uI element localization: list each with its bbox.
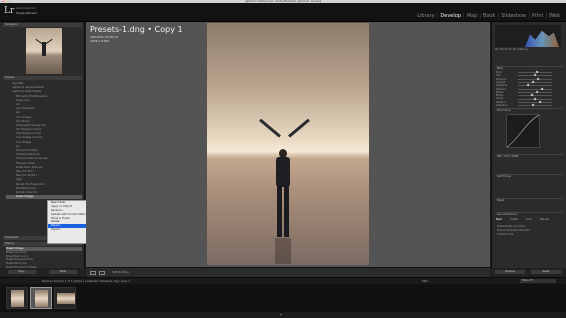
collapse-arrow-icon[interactable]: ▾ (280, 312, 282, 317)
slider-track[interactable] (518, 85, 552, 86)
lens-tab-manual[interactable]: Manual (540, 218, 549, 221)
lens-corrections-header[interactable]: Lens Corrections (495, 212, 563, 216)
hsl-header[interactable]: HSL / Color / B&W (495, 154, 563, 158)
lens-tab-basic[interactable]: Basic (496, 218, 502, 221)
reset-button[interactable]: Reset (531, 270, 561, 274)
photo-dimensions: 3456 x 5184 (90, 39, 109, 43)
filter-label: Filter: (422, 279, 429, 283)
bottom-panel-toggle[interactable]: ▾ (0, 312, 566, 318)
module-map[interactable]: Map (467, 13, 478, 19)
identity-plate: Lr Adobe Lightroom Serge Ramelli Library… (0, 3, 566, 22)
left-panel-footer: Copy... Paste (0, 268, 85, 277)
main-photo[interactable] (207, 23, 369, 265)
before-after-button[interactable] (99, 271, 105, 275)
filmstrip-thumb[interactable] (54, 287, 76, 309)
preset-item[interactable]: Preset Vintage (6, 195, 82, 200)
previous-button[interactable]: Previous (495, 270, 525, 274)
filmstrip-thumb-selected[interactable] (30, 287, 52, 309)
identity-name: Serge Ramelli (16, 11, 37, 15)
identity-sub: Adobe Lightroom (16, 7, 37, 10)
right-panel-footer: Previous Reset (491, 268, 566, 277)
filter-select[interactable]: Filters Off (520, 279, 556, 283)
slider-label: Saturation (496, 104, 508, 107)
navigator-preview[interactable] (26, 28, 62, 74)
filmstrip (0, 284, 566, 312)
presets-header[interactable]: Presets (3, 76, 82, 80)
tone-curve-header[interactable]: Tone Curve (495, 108, 563, 112)
loupe-view[interactable]: Presets-1.dng • Copy 1 16/10/15 15:58:14… (86, 22, 490, 267)
preset-list: Vignettes Lightroom General Presets Lightr… (6, 82, 82, 200)
slider-saturation[interactable]: Saturation (496, 103, 562, 107)
module-library[interactable]: Library (417, 13, 434, 19)
slider-track[interactable] (518, 88, 552, 90)
slider-track[interactable] (518, 101, 552, 103)
right-panel: ISO 100 35 mm f/8 1/1000 sec Basic Temp T… (491, 22, 566, 277)
split-toning-header[interactable]: Split Toning (495, 174, 563, 178)
histogram[interactable] (495, 25, 561, 47)
photo-title: Presets-1.dng • Copy 1 (90, 25, 183, 34)
tone-curve-graph[interactable] (506, 114, 540, 148)
lens-tab-color[interactable]: Color (526, 218, 532, 221)
lens-tab-profile[interactable]: Profile (510, 218, 517, 221)
loupe-view-button[interactable] (90, 271, 96, 275)
module-picker: Library | Develop | Map | Book | Slideshow | … (417, 13, 560, 19)
detail-header[interactable]: Detail (495, 198, 563, 202)
module-web[interactable]: Web (549, 13, 560, 19)
histogram-meta: ISO 100 35 mm f/8 1/1000 sec (495, 48, 529, 51)
navigator-header[interactable]: Navigator (3, 23, 82, 27)
module-slideshow[interactable]: Slideshow (501, 13, 526, 19)
lightroom-logo: Lr (4, 6, 15, 16)
copy-settings-button[interactable]: Copy... (8, 270, 36, 274)
slider-track[interactable] (518, 95, 552, 96)
paste-settings-button[interactable]: Paste (49, 270, 77, 274)
slider-track[interactable] (518, 105, 552, 106)
slider-track[interactable] (518, 78, 552, 80)
module-book[interactable]: Book (483, 13, 495, 19)
module-develop[interactable]: Develop (440, 13, 461, 19)
constrain-crop-checkbox[interactable]: Constrain Crop (497, 233, 513, 236)
remove-ca-checkbox[interactable]: Remove Chromatic Aberration (497, 229, 530, 232)
lens-tabs: Basic Profile Color Manual (496, 218, 549, 221)
soft-proofing-toggle[interactable]: Soft Proofing (112, 271, 129, 274)
slider-track[interactable] (518, 82, 552, 83)
develop-toolbar: Soft Proofing (86, 267, 490, 277)
basic-header[interactable]: Basic (495, 66, 563, 70)
enable-profile-checkbox[interactable]: Enable Profile Corrections (497, 225, 525, 228)
module-print[interactable]: Print (532, 13, 544, 19)
filmstrip-thumb[interactable] (6, 287, 28, 309)
filmstrip-path[interactable]: Previous Import | 1 of 3 photos / 1 sele… (42, 280, 130, 283)
filmstrip-bar: Previous Import | 1 of 3 photos / 1 sele… (0, 277, 566, 284)
